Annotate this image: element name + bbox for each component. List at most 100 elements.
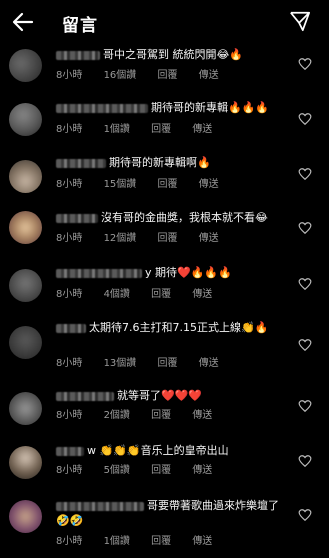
like-count[interactable]: 5個讚 (104, 465, 130, 476)
comment-item: 哥中之哥駕到 統統閃開😂🔥 8小時 16個讚 回覆 傳送 (0, 44, 329, 88)
avatar[interactable] (9, 326, 42, 359)
comment-item: 沒有哥的金曲獎，我根本就不看😂 8小時 12個讚 回覆 傳送 (0, 205, 329, 257)
username-blurred[interactable] (56, 268, 142, 278)
heart-icon[interactable] (298, 338, 312, 352)
avatar[interactable] (9, 446, 42, 479)
paper-plane-icon[interactable] (289, 10, 311, 32)
comment-meta: 8小時 4個讚 回覆 傳送 (56, 285, 230, 300)
comment-time: 8小時 (56, 124, 83, 135)
comment-meta: 8小時 13個讚 回覆 傳送 (56, 354, 237, 369)
comment-text: 期待哥的新專輯🔥🔥🔥 (151, 101, 270, 114)
username-blurred[interactable] (56, 501, 144, 511)
like-count[interactable]: 12個讚 (104, 233, 137, 244)
comment-time: 8小時 (56, 233, 83, 244)
comment-meta: 8小時 2個讚 回覆 傳送 (56, 406, 230, 421)
heart-icon[interactable] (298, 399, 312, 413)
bottom-edge (0, 550, 329, 558)
reply-button[interactable]: 回覆 (151, 410, 171, 421)
comment-text-line: 太期待7.6主打和7.15正式上線👏🔥 (56, 320, 288, 335)
reply-button[interactable]: 回覆 (151, 124, 171, 135)
comment-item: 期待哥的新專輯啊🔥 8小時 15個讚 回覆 傳送 (0, 150, 329, 202)
comment-meta: 8小時 12個讚 回覆 傳送 (56, 229, 237, 244)
send-button[interactable]: 傳送 (192, 289, 212, 300)
comment-text-line: y 期待❤️🔥🔥🔥 (56, 265, 288, 280)
reply-button[interactable]: 回覆 (157, 70, 177, 81)
comment-text: w 👏👏👏音乐上的皇帝出山 (87, 444, 229, 457)
send-button[interactable]: 傳送 (199, 70, 219, 81)
avatar[interactable] (9, 49, 42, 82)
comment-item: 就等哥了❤️❤️❤️ 8小時 2個讚 回覆 傳送 (0, 384, 329, 434)
comment-item: 哥要帶著歌曲過來炸樂壇了🤣🤣 8小時 1個讚 回覆 傳送 (0, 494, 329, 550)
comment-time: 8小時 (56, 536, 83, 547)
avatar[interactable] (9, 500, 42, 533)
comment-meta: 8小時 1個讚 回覆 傳送 (56, 532, 230, 547)
reply-button[interactable]: 回覆 (151, 465, 171, 476)
like-count[interactable]: 4個讚 (104, 289, 130, 300)
comment-item: 太期待7.6主打和7.15正式上線👏🔥 8小時 13個讚 回覆 傳送 (0, 316, 329, 378)
avatar[interactable] (9, 269, 42, 302)
comment-item: y 期待❤️🔥🔥🔥 8小時 4個讚 回覆 傳送 (0, 260, 329, 312)
send-button[interactable]: 傳送 (192, 410, 212, 421)
comment-meta: 8小時 5個讚 回覆 傳送 (56, 461, 230, 476)
like-count[interactable]: 15個讚 (104, 179, 137, 190)
page-title: 留言 (62, 16, 98, 36)
send-button[interactable]: 傳送 (199, 179, 219, 190)
reply-button[interactable]: 回覆 (157, 233, 177, 244)
like-count[interactable]: 13個讚 (104, 358, 137, 369)
comment-time: 8小時 (56, 289, 83, 300)
send-button[interactable]: 傳送 (192, 124, 212, 135)
comment-time: 8小時 (56, 179, 83, 190)
comment-meta: 8小時 16個讚 回覆 傳送 (56, 66, 237, 81)
heart-icon[interactable] (298, 454, 312, 468)
send-button[interactable]: 傳送 (192, 465, 212, 476)
like-count[interactable]: 2個讚 (104, 410, 130, 421)
username-blurred[interactable] (56, 158, 106, 168)
heart-icon[interactable] (298, 508, 312, 522)
reply-button[interactable]: 回覆 (157, 358, 177, 369)
heart-icon[interactable] (298, 277, 312, 291)
username-blurred[interactable] (56, 50, 100, 60)
comment-text-line: 哥中之哥駕到 統統閃開😂🔥 (56, 47, 288, 62)
like-count[interactable]: 1個讚 (104, 124, 130, 135)
comment-meta: 8小時 1個讚 回覆 傳送 (56, 120, 230, 135)
comment-text-line: 期待哥的新專輯🔥🔥🔥 (56, 100, 288, 115)
comment-item: w 👏👏👏音乐上的皇帝出山 8小時 5個讚 回覆 傳送 (0, 440, 329, 490)
comment-text-line: w 👏👏👏音乐上的皇帝出山 (56, 443, 288, 458)
comment-time: 8小時 (56, 358, 83, 369)
heart-icon[interactable] (298, 221, 312, 235)
comment-text-line: 沒有哥的金曲獎，我根本就不看😂 (56, 210, 288, 225)
top-bar: 留言 (0, 0, 329, 44)
comment-time: 8小時 (56, 410, 83, 421)
username-blurred[interactable] (56, 446, 84, 456)
comment-text: y 期待❤️🔥🔥🔥 (145, 266, 232, 279)
reply-button[interactable]: 回覆 (151, 289, 171, 300)
comment-text-line: 期待哥的新專輯啊🔥 (56, 155, 288, 170)
comment-text: 就等哥了❤️❤️❤️ (117, 389, 203, 402)
avatar[interactable] (9, 103, 42, 136)
reply-button[interactable]: 回覆 (151, 536, 171, 547)
like-count[interactable]: 1個讚 (104, 536, 130, 547)
heart-icon[interactable] (298, 112, 312, 126)
heart-icon[interactable] (298, 57, 312, 71)
comment-text: 期待哥的新專輯啊🔥 (109, 156, 211, 169)
comment-text-line: 就等哥了❤️❤️❤️ (56, 388, 288, 403)
username-blurred[interactable] (56, 323, 86, 333)
username-blurred[interactable] (56, 103, 148, 113)
heart-icon[interactable] (298, 167, 312, 181)
username-blurred[interactable] (56, 213, 98, 223)
like-count[interactable]: 16個讚 (104, 70, 137, 81)
reply-button[interactable]: 回覆 (157, 179, 177, 190)
avatar[interactable] (9, 392, 42, 425)
send-button[interactable]: 傳送 (199, 358, 219, 369)
avatar[interactable] (9, 211, 42, 244)
comment-meta: 8小時 15個讚 回覆 傳送 (56, 175, 237, 190)
comment-time: 8小時 (56, 70, 83, 81)
username-blurred[interactable] (56, 391, 114, 401)
send-button[interactable]: 傳送 (192, 536, 212, 547)
comment-item: 期待哥的新專輯🔥🔥🔥 8小時 1個讚 回覆 傳送 (0, 92, 329, 147)
avatar[interactable] (9, 160, 42, 193)
send-button[interactable]: 傳送 (199, 233, 219, 244)
back-arrow-icon[interactable] (10, 9, 36, 35)
comment-text: 哥中之哥駕到 統統閃開😂🔥 (103, 48, 244, 61)
comment-text: 太期待7.6主打和7.15正式上線👏🔥 (89, 321, 269, 334)
